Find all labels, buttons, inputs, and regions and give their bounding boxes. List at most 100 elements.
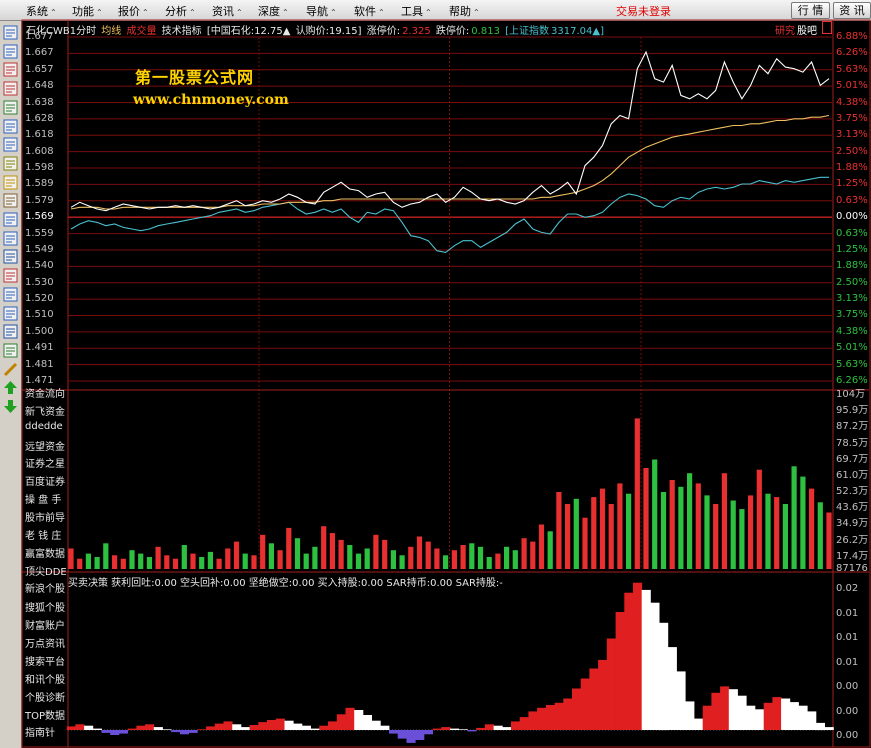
volume-bar <box>164 555 170 569</box>
volume-bar <box>538 524 545 569</box>
volume-bar <box>155 546 161 570</box>
side-link-15[interactable]: 搜索平台 <box>25 653 65 668</box>
price-tick-label: 1.638 <box>25 96 54 108</box>
side-link-17[interactable]: 个股诊断 <box>25 689 65 704</box>
indicator-bar <box>815 722 825 731</box>
volume-bar <box>460 545 466 569</box>
volume-bar <box>373 534 379 569</box>
indicator-bar <box>493 725 503 730</box>
percent-tick-label: 1.88% <box>836 260 868 272</box>
indicator-tick-label: 0.00 <box>836 730 859 741</box>
volume-tick-label: 61.0万 <box>836 469 869 481</box>
avg-line-label[interactable]: 均线 <box>101 26 121 37</box>
volume-bar <box>199 557 205 569</box>
price-tick-label: 1.667 <box>25 47 54 59</box>
side-link-3[interactable]: 远望资金 <box>25 438 65 453</box>
side-link-19[interactable]: 指南针 <box>25 724 55 739</box>
volume-bar <box>347 545 353 569</box>
side-link-7[interactable]: 股市前导 <box>25 509 65 524</box>
side-link-9[interactable]: 赢富数据 <box>25 545 65 560</box>
indicator-bar <box>537 707 547 730</box>
volume-bar <box>355 553 362 569</box>
volume-bar <box>547 531 553 569</box>
side-link-14[interactable]: 万点资讯 <box>25 635 65 650</box>
indicator-bar <box>101 730 111 733</box>
percent-tick-label: 6.26% <box>836 47 868 59</box>
underlying-price: [中国石化:12.75▲ <box>206 26 291 37</box>
volume-bar <box>800 476 806 569</box>
volume-bar <box>565 504 571 569</box>
volume-tick-label: 69.7万 <box>836 453 869 465</box>
percent-tick-label: 3.13% <box>836 129 868 141</box>
indicator-bar <box>240 727 250 730</box>
volume-bar <box>512 550 518 569</box>
percent-tick-label: 1.25% <box>836 243 868 255</box>
indicator-label[interactable]: 技术指标 <box>162 26 202 37</box>
indicator-tick-label: 0.01 <box>836 632 859 643</box>
side-link-0[interactable]: 资金流向 <box>25 385 65 400</box>
percent-tick-label: 5.63% <box>836 63 868 75</box>
forum-link[interactable]: 股吧 <box>797 22 817 37</box>
percent-tick-label: 5.63% <box>836 358 868 370</box>
volume-bar <box>495 553 501 569</box>
side-link-11[interactable]: 新浪个股 <box>25 580 65 595</box>
indicator-bar <box>301 725 311 730</box>
indicator-bar <box>798 705 808 730</box>
side-link-18[interactable]: TOP数据 <box>25 707 65 722</box>
indicator-tick-label: 0.02 <box>836 583 859 594</box>
side-link-5[interactable]: 百度证券 <box>25 473 65 488</box>
indicator-bar <box>389 730 399 734</box>
side-link-1[interactable]: 新飞资金 <box>25 403 65 418</box>
side-link-10[interactable]: 顶尖DDE <box>25 563 67 578</box>
indicator-bar <box>310 728 320 730</box>
indicator-bar <box>441 727 451 730</box>
indicator-bar <box>545 705 555 730</box>
volume-bar <box>530 541 536 569</box>
side-link-16[interactable]: 和讯个股 <box>25 671 65 686</box>
volume-tick-label: 52.3万 <box>836 486 869 498</box>
volume-tick-label: 78.5万 <box>836 437 869 449</box>
volume-label[interactable]: 成交量 <box>126 26 156 37</box>
indicator-bar <box>572 688 582 730</box>
indicator-bar <box>423 730 433 735</box>
indicator-bar <box>66 726 76 730</box>
volume-bar <box>286 527 292 569</box>
indicator-bar <box>406 730 416 743</box>
indicator-bar <box>772 697 782 730</box>
volume-bar <box>120 558 126 569</box>
volume-bar <box>573 498 579 569</box>
indicator-bar <box>188 730 198 733</box>
side-link-13[interactable]: 财富账户 <box>25 617 65 632</box>
percent-tick-label: 3.13% <box>836 293 868 305</box>
indicator-bar <box>694 718 704 730</box>
research-link[interactable]: 研究 <box>775 22 795 37</box>
side-link-8[interactable]: 老 钱 庄 <box>25 527 61 542</box>
indicator-bar <box>171 730 181 733</box>
indicator-bar <box>476 727 486 730</box>
indicator-bar <box>258 722 268 730</box>
indicator-bar <box>598 659 608 730</box>
volume-bar <box>138 553 144 569</box>
indicator-bar <box>633 582 643 730</box>
indicator-bar <box>84 725 94 730</box>
indicator-bar <box>728 689 738 730</box>
indicator-bar <box>319 725 329 730</box>
percent-tick-label: 2.50% <box>836 276 868 288</box>
volume-bar <box>268 543 274 569</box>
volume-bar <box>146 557 152 569</box>
volume-bar <box>739 509 745 569</box>
volume-bar <box>669 480 675 569</box>
indicator-bar <box>720 686 730 730</box>
volume-bar <box>730 500 736 569</box>
side-link-6[interactable]: 操 盘 手 <box>25 491 61 506</box>
indicator-bar <box>450 728 460 730</box>
volume-bar <box>817 502 823 570</box>
indicator-bar <box>824 727 834 730</box>
side-link-4[interactable]: 证券之星 <box>25 455 65 470</box>
side-link-2[interactable]: ddedde <box>25 421 63 432</box>
side-link-12[interactable]: 搜狐个股 <box>25 599 65 614</box>
expand-icon[interactable] <box>822 21 832 34</box>
percent-tick-label: 1.25% <box>836 178 868 190</box>
volume-bar <box>608 504 614 569</box>
price-tick-label: 1.648 <box>25 80 54 92</box>
